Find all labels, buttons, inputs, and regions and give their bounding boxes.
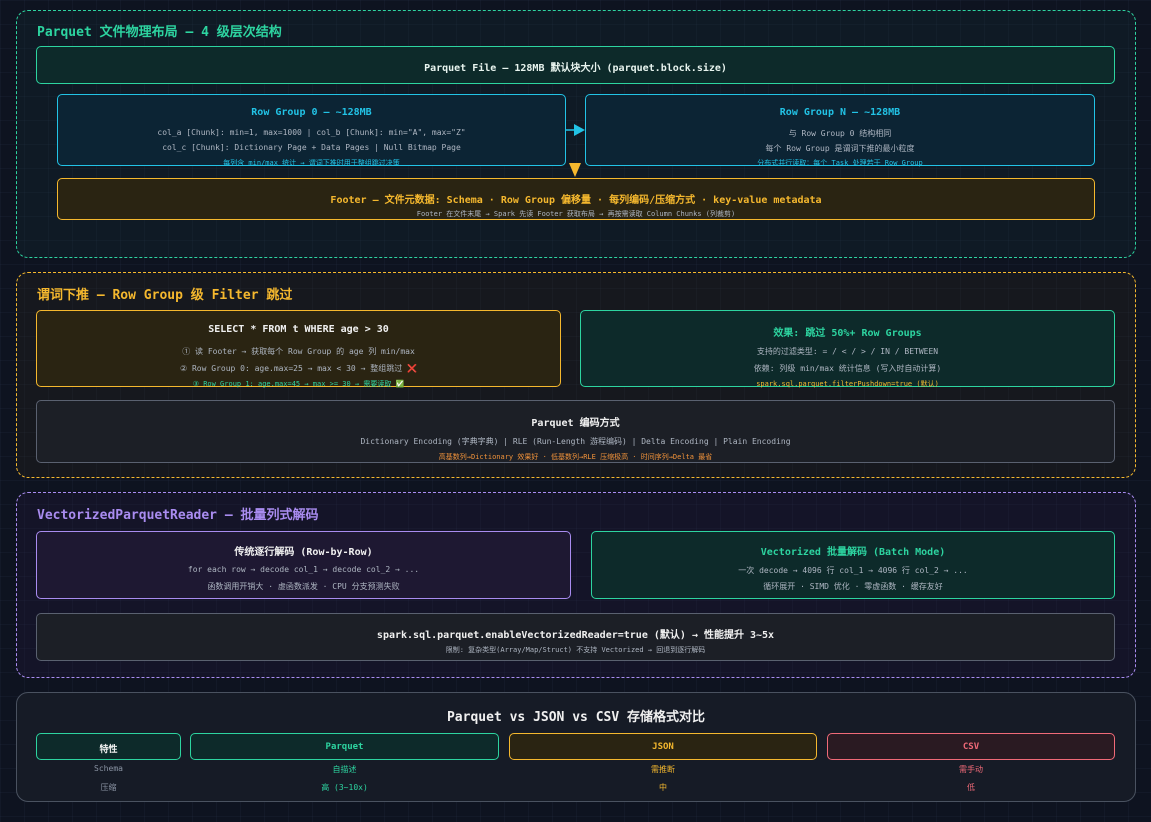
effect-box: 效果: 跳过 50%+ Row Groups 支持的过滤类型: = / < / … xyxy=(580,310,1115,388)
compare-section-title: Parquet vs JSON vs CSV 存储格式对比 xyxy=(446,710,705,725)
vectorized-config-line1: 限制: 复杂类型(Array/Map/Struct) 不支持 Vectorize… xyxy=(445,646,706,654)
batch-title: Vectorized 批量解码 (Batch Mode) xyxy=(760,547,946,558)
query-title: SELECT * FROM t WHERE age > 30 xyxy=(208,324,389,335)
vectorized-config-box: spark.sql.parquet.enableVectorizedReader… xyxy=(36,613,1115,661)
row-group-0-title: Row Group 0 — ~128MB xyxy=(251,107,372,118)
effect-line2: 依赖: 列级 min/max 统计信息 (写入时自动计算) xyxy=(753,364,942,373)
query-box: SELECT * FROM t WHERE age > 30 ① 读 Foote… xyxy=(36,310,561,388)
row-by-row-box: 传统逐行解码 (Row-by-Row) for each row → decod… xyxy=(36,531,571,599)
compare-header-feature: 特性 xyxy=(36,733,181,760)
batch-line2: 循环展开 · SIMD 优化 · 零虚函数 · 缓存友好 xyxy=(763,582,943,591)
vectorized-config-title: spark.sql.parquet.enableVectorizedReader… xyxy=(376,630,775,641)
footer-box: Footer — 文件元数据: Schema · Row Group 偏移量 ·… xyxy=(57,178,1095,220)
row-group-n-line2: 每个 Row Group 是谓词下推的最小粒度 xyxy=(765,144,915,153)
query-note: ③ Row Group 1: age.max=45 → max >= 30 → … xyxy=(192,380,405,388)
batch-line1: 一次 decode → 4096 行 col_1 → 4096 行 col_2 … xyxy=(738,566,968,575)
encoding-box: Parquet 编码方式 Dictionary Encoding (字典字典) … xyxy=(36,400,1115,463)
compare-cell-feature: Schema xyxy=(94,764,123,773)
row-by-row-line2: 函数调用开销大 · 虚函数派发 · CPU 分支预测失败 xyxy=(207,582,400,591)
row-group-0-note: 每列含 min/max 统计 → 谓词下推时用于整组跳过决策 xyxy=(223,159,400,167)
row-group-n-title: Row Group N — ~128MB xyxy=(779,107,901,118)
compare-header-json-label: JSON xyxy=(652,742,674,752)
effect-title: 效果: 跳过 50%+ Row Groups xyxy=(773,328,922,339)
effect-note: spark.sql.parquet.filterPushdown=true (默… xyxy=(756,380,939,388)
compare-header-parquet-label: Parquet xyxy=(325,742,364,752)
footer-title: Footer — 文件元数据: Schema · Row Group 偏移量 ·… xyxy=(330,195,822,206)
row-group-n-box: Row Group N — ~128MB 与 Row Group 0 结构相同 … xyxy=(585,94,1095,167)
compare-cell-feature: 压缩 xyxy=(100,783,117,792)
compare-cell-csv: 低 xyxy=(967,783,975,792)
row-group-n-note: 分布式并行读取：每个 Task 处理若干 Row Group xyxy=(757,159,923,167)
footer-line1: Footer 在文件末尾 → Spark 先读 Footer 获取布局 → 再按… xyxy=(416,210,736,218)
compare-header-csv-label: CSV xyxy=(962,742,980,752)
batch-box: Vectorized 批量解码 (Batch Mode) 一次 decode →… xyxy=(591,531,1115,599)
row-group-0-box: Row Group 0 — ~128MB col_a [Chunk]: min=… xyxy=(57,94,566,167)
arrow-down-icon xyxy=(569,163,581,177)
compare-header-json: JSON xyxy=(509,733,817,760)
pushdown-section-title: 谓词下推 — Row Group 级 Filter 跳过 xyxy=(37,288,293,303)
row-by-row-line1: for each row → decode col_1 → decode col… xyxy=(187,565,420,574)
compare-cell-csv: 需手动 xyxy=(959,765,983,774)
layout-section-title: Parquet 文件物理布局 — 4 级层次结构 xyxy=(37,25,282,40)
arrow-right-icon xyxy=(566,124,585,136)
vector-section-title: VectorizedParquetReader — 批量列式解码 xyxy=(37,508,319,523)
parquet-file-label: Parquet File — 128MB 默认块大小 (parquet.bloc… xyxy=(424,63,727,74)
compare-cell-json: 需推断 xyxy=(651,765,675,774)
row-group-0-line2: col_c [Chunk]: Dictionary Page + Data Pa… xyxy=(162,143,461,152)
encoding-line1: Dictionary Encoding (字典字典) | RLE (Run-Le… xyxy=(360,437,791,446)
query-line1: ① 读 Footer → 获取每个 Row Group 的 age 列 min/… xyxy=(182,347,415,356)
row-by-row-title: 传统逐行解码 (Row-by-Row) xyxy=(234,547,373,558)
compare-header-parquet: Parquet xyxy=(190,733,499,760)
compare-cell-parquet: 高 (3~10x) xyxy=(321,783,368,792)
encoding-note: 高基数列→Dictionary 效果好 · 低基数列→RLE 压缩极高 · 时间… xyxy=(438,453,713,461)
query-line2: ② Row Group 0: age.max=25 → max < 30 → 整… xyxy=(180,364,417,373)
row-group-n-line1: 与 Row Group 0 结构相同 xyxy=(788,129,892,138)
table-row: Schema 自描述 需推断 需手动 xyxy=(0,764,1151,778)
compare-cell-json: 中 xyxy=(659,783,667,792)
compare-cell-parquet: 自描述 xyxy=(332,765,357,774)
compare-header-feature-label: 特性 xyxy=(99,745,118,755)
compare-header-csv: CSV xyxy=(827,733,1115,760)
effect-line1: 支持的过滤类型: = / < / > / IN / BETWEEN xyxy=(756,347,939,356)
row-group-0-line1: col_a [Chunk]: min=1, max=1000 | col_b [… xyxy=(157,128,466,137)
parquet-file-box: Parquet File — 128MB 默认块大小 (parquet.bloc… xyxy=(36,46,1115,84)
encoding-title: Parquet 编码方式 xyxy=(531,418,620,429)
table-row: 压缩 高 (3~10x) 中 低 xyxy=(0,782,1151,796)
